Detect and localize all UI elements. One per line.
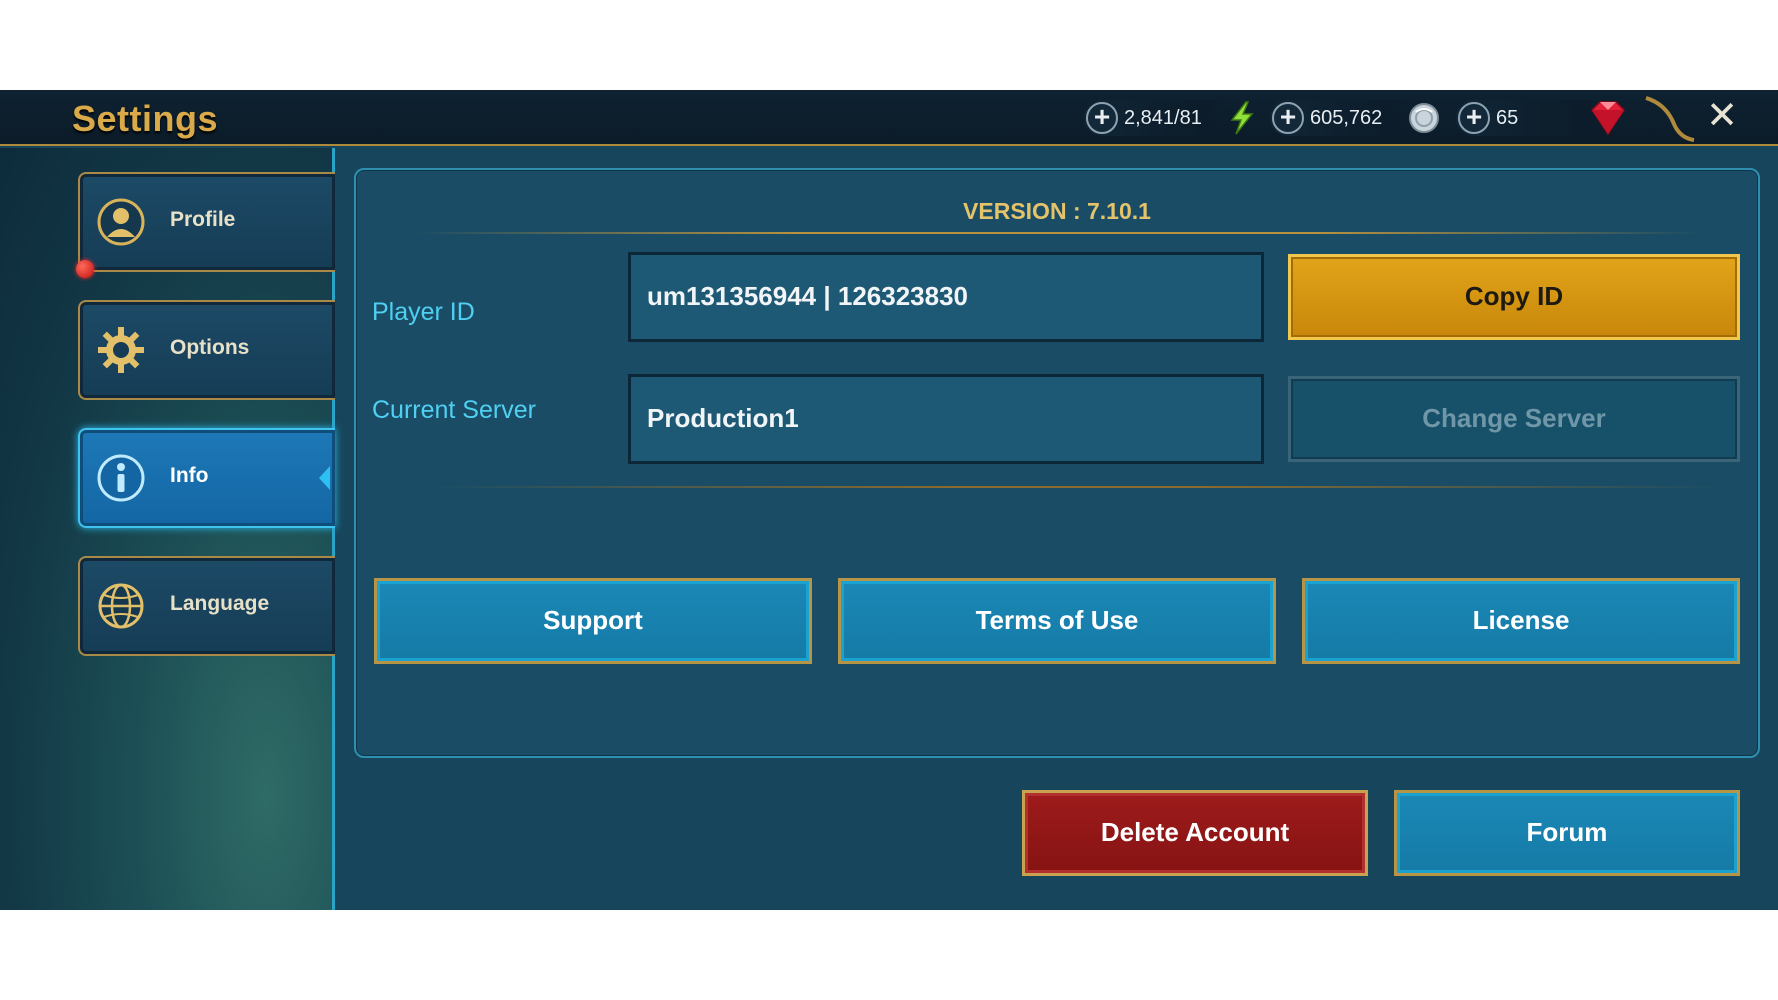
sidebar-item-label: Profile xyxy=(170,208,236,231)
version-text: VERSION : 7.10.1 xyxy=(963,198,1151,224)
current-server-field: Production1 xyxy=(628,374,1264,464)
gem-counter: + 65 xyxy=(1456,100,1634,136)
support-button[interactable]: Support xyxy=(374,578,812,664)
profile-icon xyxy=(97,198,145,246)
close-button[interactable]: ✕ xyxy=(1700,94,1744,138)
sidebar-item-profile[interactable]: Profile xyxy=(78,172,335,272)
chevron-left-icon xyxy=(319,466,330,490)
gem-value: 65 xyxy=(1496,107,1519,129)
energy-counter: + 2,841/81 xyxy=(1084,100,1254,136)
energy-value: 2,841/81 xyxy=(1124,107,1202,129)
gear-icon xyxy=(98,327,144,373)
add-gems-button[interactable]: + xyxy=(1458,102,1490,134)
top-bar: Settings + 2,841/81 + 605,762 + 65 ✕ xyxy=(0,90,1778,146)
divider xyxy=(416,232,1698,234)
change-server-button[interactable]: Change Server xyxy=(1288,376,1740,462)
player-id-label: Player ID xyxy=(372,298,475,326)
red-gem-icon xyxy=(1591,101,1625,136)
license-button[interactable]: License xyxy=(1302,578,1740,664)
sidebar-item-label: Language xyxy=(170,592,270,615)
player-id-field: um131356944 | 126323830 xyxy=(628,252,1264,342)
ornament-icon xyxy=(1645,96,1695,142)
sidebar-item-language[interactable]: Language xyxy=(78,556,335,656)
delete-account-button[interactable]: Delete Account xyxy=(1022,790,1368,876)
sidebar-item-label: Options xyxy=(170,336,250,359)
sidebar-item-options[interactable]: Options xyxy=(78,300,335,400)
close-icon: ✕ xyxy=(1706,95,1738,137)
sidebar-item-info[interactable]: Info xyxy=(78,428,335,528)
add-silver-button[interactable]: + xyxy=(1272,102,1304,134)
info-panel: VERSION : 7.10.1 Player ID um131356944 |… xyxy=(354,168,1760,758)
globe-icon xyxy=(98,583,144,629)
notification-dot xyxy=(76,260,94,278)
settings-screen: Settings + 2,841/81 + 605,762 + 65 ✕ Pro… xyxy=(0,90,1778,910)
silver-coin-icon xyxy=(1409,103,1439,133)
terms-of-use-button[interactable]: Terms of Use xyxy=(838,578,1276,664)
silver-value: 605,762 xyxy=(1310,107,1383,129)
page-title: Settings xyxy=(72,98,219,139)
add-energy-button[interactable]: + xyxy=(1086,102,1118,134)
current-server-label: Current Server xyxy=(372,396,536,424)
silver-counter: + 605,762 xyxy=(1270,100,1440,136)
forum-button[interactable]: Forum xyxy=(1394,790,1740,876)
copy-id-button[interactable]: Copy ID xyxy=(1288,254,1740,340)
info-icon xyxy=(97,454,145,502)
sidebar-item-label: Info xyxy=(170,464,209,487)
lightning-bolt-icon xyxy=(1230,101,1254,135)
divider xyxy=(436,486,1718,488)
